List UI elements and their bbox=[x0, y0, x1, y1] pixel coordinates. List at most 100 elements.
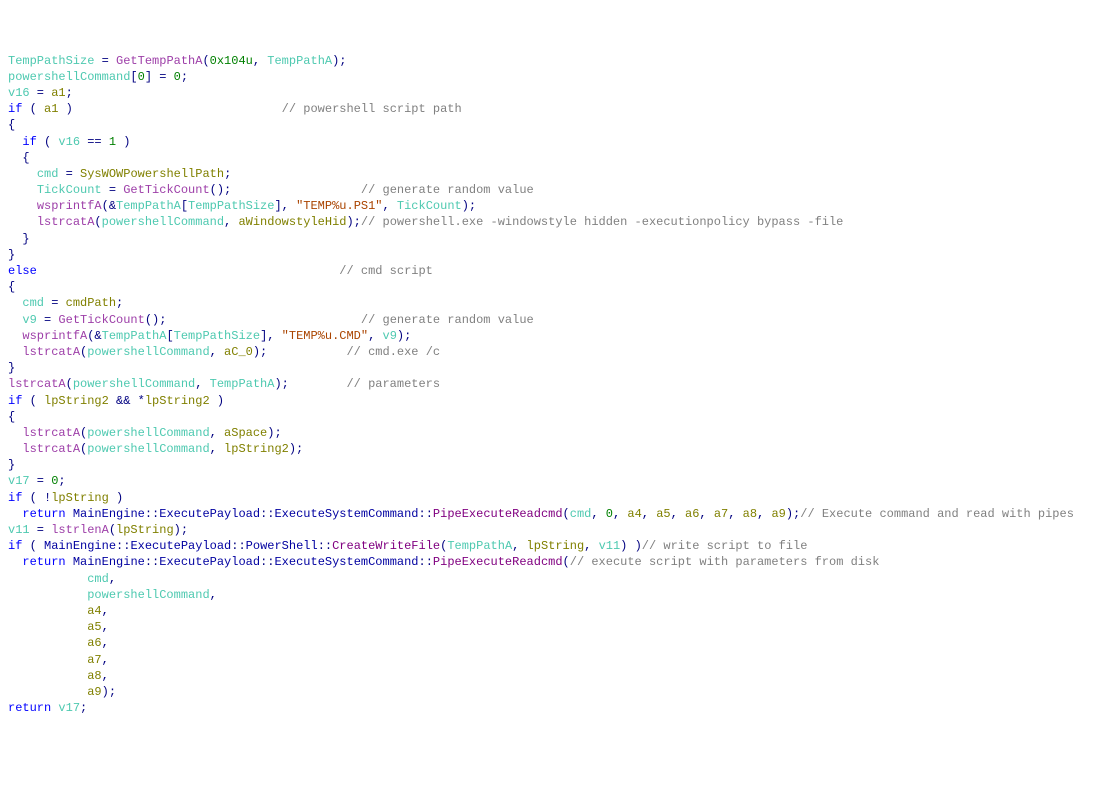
code-line: cmd = cmdPath; bbox=[8, 295, 1104, 311]
code-token: ], bbox=[260, 329, 282, 343]
code-token: ] = bbox=[145, 70, 174, 84]
code-token: powershellCommand bbox=[102, 215, 224, 229]
code-line: lstrcatA(powershellCommand, TempPathA); … bbox=[8, 376, 1104, 392]
code-token: , bbox=[368, 329, 382, 343]
code-token: v17 bbox=[8, 474, 30, 488]
code-token: ExecutePayload bbox=[159, 507, 260, 521]
code-token: return bbox=[22, 507, 65, 521]
code-token: a4 bbox=[87, 604, 101, 618]
code-token: aC_0 bbox=[224, 345, 253, 359]
code-token: , bbox=[757, 507, 771, 521]
code-token: TempPathA bbox=[102, 329, 167, 343]
code-line: cmd = SysWOWPowershellPath; bbox=[8, 166, 1104, 182]
code-token bbox=[51, 701, 58, 715]
code-token: lpString bbox=[527, 539, 585, 553]
code-token: lstrcatA bbox=[37, 215, 95, 229]
code-token: , bbox=[102, 669, 109, 683]
code-token: ; bbox=[181, 70, 188, 84]
code-line: } bbox=[8, 231, 1104, 247]
code-token: if bbox=[8, 102, 22, 116]
code-line: if ( v16 == 1 ) bbox=[8, 134, 1104, 150]
code-token: if bbox=[8, 539, 22, 553]
code-token: ExecutePayload bbox=[130, 539, 231, 553]
code-token: ; bbox=[224, 167, 231, 181]
code-token: v16 bbox=[58, 135, 80, 149]
code-token: = bbox=[94, 54, 116, 68]
code-token: else bbox=[8, 264, 37, 278]
code-token: cmd bbox=[570, 507, 592, 521]
code-token: // powershell script path bbox=[282, 102, 462, 116]
code-token: :: bbox=[231, 539, 245, 553]
code-line: TempPathSize = GetTempPathA(0x104u, Temp… bbox=[8, 53, 1104, 69]
code-line: if ( MainEngine::ExecutePayload::PowerSh… bbox=[8, 538, 1104, 554]
code-token bbox=[8, 183, 37, 197]
code-token: TempPathSize bbox=[174, 329, 260, 343]
code-token: [ bbox=[166, 329, 173, 343]
code-token: :: bbox=[260, 555, 274, 569]
code-token: if bbox=[8, 394, 22, 408]
code-token: ); bbox=[102, 685, 116, 699]
code-token bbox=[66, 507, 73, 521]
code-token: TempPathSize bbox=[8, 54, 94, 68]
code-token: :: bbox=[260, 507, 274, 521]
code-token: , bbox=[102, 653, 109, 667]
code-token bbox=[8, 669, 87, 683]
code-token: if bbox=[8, 491, 22, 505]
code-token: , bbox=[109, 572, 116, 586]
code-token: ( bbox=[66, 377, 73, 391]
code-token: == bbox=[80, 135, 109, 149]
code-line: lstrcatA(powershellCommand, aWindowstyle… bbox=[8, 214, 1104, 230]
code-token: ); bbox=[274, 377, 288, 391]
code-token bbox=[66, 555, 73, 569]
code-token: } bbox=[8, 361, 15, 375]
code-token: PowerShell bbox=[246, 539, 318, 553]
code-token: a7 bbox=[87, 653, 101, 667]
code-token: lstrlenA bbox=[51, 523, 109, 537]
code-token bbox=[8, 135, 22, 149]
code-token: } bbox=[8, 458, 15, 472]
code-token: :: bbox=[419, 555, 433, 569]
code-token: ); bbox=[346, 215, 360, 229]
code-token: powershellCommand bbox=[87, 345, 209, 359]
code-token: = bbox=[58, 167, 80, 181]
code-token: , bbox=[584, 539, 598, 553]
code-token: , bbox=[210, 345, 224, 359]
code-token bbox=[8, 507, 22, 521]
code-token: , bbox=[210, 588, 217, 602]
code-token: lpString bbox=[116, 523, 174, 537]
code-token: [ bbox=[130, 70, 137, 84]
code-line: v16 = a1; bbox=[8, 85, 1104, 101]
code-line: wsprintfA(&TempPathA[TempPathSize], "TEM… bbox=[8, 198, 1104, 214]
code-token bbox=[8, 588, 87, 602]
code-token: lpString2 bbox=[224, 442, 289, 456]
code-token: v11 bbox=[599, 539, 621, 553]
code-line: wsprintfA(&TempPathA[TempPathSize], "TEM… bbox=[8, 328, 1104, 344]
code-token: , bbox=[699, 507, 713, 521]
code-token: // cmd.exe /c bbox=[346, 345, 440, 359]
code-line: a6, bbox=[8, 635, 1104, 651]
code-line: lstrcatA(powershellCommand, lpString2); bbox=[8, 441, 1104, 457]
code-token: { bbox=[8, 410, 15, 424]
code-token: ; bbox=[66, 86, 73, 100]
code-token: , bbox=[591, 507, 605, 521]
code-token: (& bbox=[87, 329, 101, 343]
code-token: [ bbox=[181, 199, 188, 213]
code-token: TempPathA bbox=[210, 377, 275, 391]
code-token: 1 bbox=[109, 135, 116, 149]
code-token bbox=[8, 199, 37, 213]
code-token: GetTickCount bbox=[123, 183, 209, 197]
code-token bbox=[8, 167, 37, 181]
code-line: if ( a1 ) // powershell script path bbox=[8, 101, 1104, 117]
code-line: if ( !lpString ) bbox=[8, 490, 1104, 506]
code-token: // generate random value bbox=[361, 183, 534, 197]
code-token bbox=[231, 183, 361, 197]
code-line: powershellCommand, bbox=[8, 587, 1104, 603]
code-token: powershellCommand bbox=[73, 377, 195, 391]
code-token: // Execute command and read with pipes bbox=[800, 507, 1074, 521]
code-token: ; bbox=[58, 474, 65, 488]
code-token bbox=[8, 313, 22, 327]
code-token bbox=[37, 264, 339, 278]
code-line: { bbox=[8, 117, 1104, 133]
code-token: a1 bbox=[51, 86, 65, 100]
code-line: v9 = GetTickCount(); // generate random … bbox=[8, 312, 1104, 328]
